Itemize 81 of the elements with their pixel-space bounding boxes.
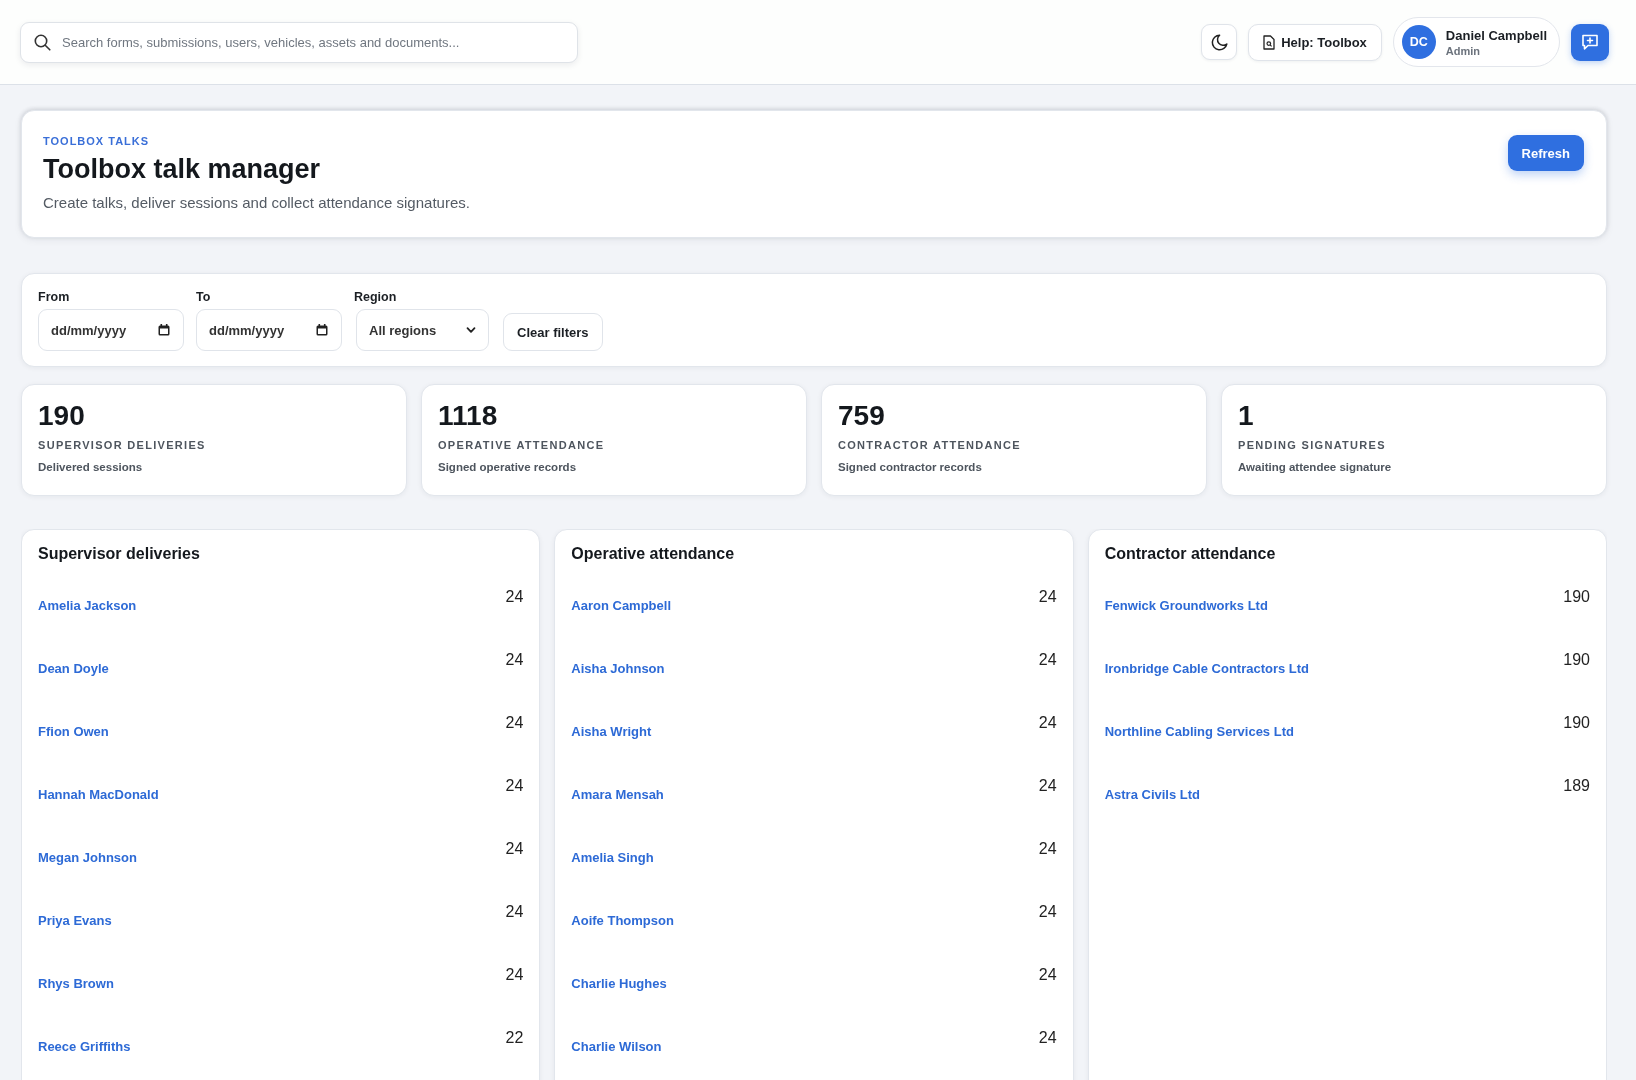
name-link[interactable]: Aisha Johnson	[571, 660, 665, 678]
stat-description: Delivered sessions	[38, 460, 143, 474]
list-title: Contractor attendance	[1104, 544, 1277, 564]
stat-label: CONTRACTOR ATTENDANCE	[838, 438, 1021, 452]
count-text: 190	[1563, 587, 1590, 607]
stat-label: PENDING SIGNATURES	[1238, 438, 1386, 452]
name-link[interactable]: Amelia Singh	[571, 849, 654, 867]
document-search-icon	[1263, 34, 1276, 50]
name-link[interactable]: Megan Johnson	[38, 849, 137, 867]
count-text: 24	[505, 839, 524, 859]
refresh-button[interactable]: Refresh	[1507, 135, 1584, 171]
theme-toggle-button[interactable]	[1201, 24, 1238, 60]
clear-filters-button[interactable]: Clear filters	[503, 313, 603, 351]
stat-description: Signed operative records	[438, 460, 577, 474]
stat-value: 190	[38, 399, 85, 433]
count-text: 190	[1563, 650, 1590, 670]
name-link[interactable]: Reece Griffiths	[38, 1038, 131, 1056]
count-text: 189	[1563, 776, 1590, 796]
chevron-down-icon	[466, 325, 476, 335]
search-field[interactable]: Search forms, submissions, users, vehicles, assets and documents...	[20, 21, 578, 63]
count-text: 24	[1038, 839, 1057, 859]
message-button[interactable]	[1571, 23, 1609, 61]
field-label: To	[196, 289, 211, 305]
field-label: From	[38, 289, 70, 305]
stat-label: OPERATIVE ATTENDANCE	[438, 438, 605, 452]
stat-description: Awaiting attendee signature	[1238, 460, 1392, 474]
calendar-icon	[158, 324, 170, 336]
stat-label: SUPERVISOR DELIVERIES	[38, 438, 206, 452]
page-subtitle: Create talks, deliver sessions and collect attendance signatures.	[43, 193, 470, 213]
user-name: Daniel Campbell	[1445, 27, 1547, 43]
name-link[interactable]: Fenwick Groundworks Ltd	[1104, 597, 1268, 615]
list-title: Operative attendance	[571, 544, 736, 564]
name-link[interactable]: Charlie Hughes	[571, 975, 667, 993]
count-text: 24	[505, 650, 524, 670]
count-text: 24	[505, 713, 524, 733]
count-text: 24	[1038, 650, 1057, 670]
search-icon	[34, 33, 51, 51]
name-link[interactable]: Ironbridge Cable Contractors Ltd	[1104, 660, 1310, 678]
name-link[interactable]: Northline Cabling Services Ltd	[1104, 723, 1294, 741]
calendar-icon	[316, 324, 328, 336]
page-title: Toolbox talk manager	[43, 153, 321, 186]
user-menu-button[interactable]: DC Daniel Campbell Admin	[1392, 17, 1560, 67]
count-text: 24	[1038, 776, 1057, 796]
user-role: Admin	[1445, 44, 1481, 57]
name-link[interactable]: Astra Civils Ltd	[1104, 786, 1200, 804]
count-text: 24	[505, 965, 524, 985]
stat-value: 1118	[438, 399, 498, 433]
name-link[interactable]: Aaron Campbell	[571, 597, 671, 615]
count-text: 24	[505, 902, 524, 922]
field-label: Region	[354, 289, 397, 305]
name-link[interactable]: Ffion Owen	[38, 723, 109, 741]
count-text: 24	[1038, 902, 1057, 922]
name-link[interactable]: Amelia Jackson	[38, 597, 137, 615]
count-text: 24	[1038, 587, 1057, 607]
name-link[interactable]: Hannah MacDonald	[38, 786, 159, 804]
moon-icon	[1210, 33, 1228, 51]
name-link[interactable]: Amara Mensah	[571, 786, 664, 804]
count-text: 190	[1563, 713, 1590, 733]
count-text: 22	[505, 1028, 524, 1048]
date-field[interactable]: dd/mm/yyyy	[196, 309, 342, 351]
section-eyebrow: TOOLBOX TALKS	[43, 134, 150, 148]
message-plus-icon	[1581, 33, 1599, 51]
name-link[interactable]: Rhys Brown	[38, 975, 114, 993]
name-link[interactable]: Priya Evans	[38, 912, 112, 930]
stat-description: Signed contractor records	[838, 460, 982, 474]
list-title: Supervisor deliveries	[38, 544, 201, 564]
date-field[interactable]: dd/mm/yyyy	[38, 309, 184, 351]
name-link[interactable]: Aisha Wright	[571, 723, 652, 741]
count-text: 24	[1038, 1028, 1057, 1048]
name-link[interactable]: Aoife Thompson	[571, 912, 674, 930]
count-text: 24	[1038, 965, 1057, 985]
count-text: 24	[1038, 713, 1057, 733]
region-select[interactable]: All regions	[356, 309, 489, 351]
stat-value: 759	[838, 399, 885, 433]
name-link[interactable]: Dean Doyle	[38, 660, 109, 678]
user-avatar: DC	[1401, 25, 1436, 59]
count-text: 24	[505, 587, 524, 607]
count-text: 24	[505, 776, 524, 796]
name-link[interactable]: Charlie Wilson	[571, 1038, 662, 1056]
help-button[interactable]: Help: Toolbox	[1248, 23, 1382, 61]
stat-value: 1	[1238, 399, 1254, 433]
